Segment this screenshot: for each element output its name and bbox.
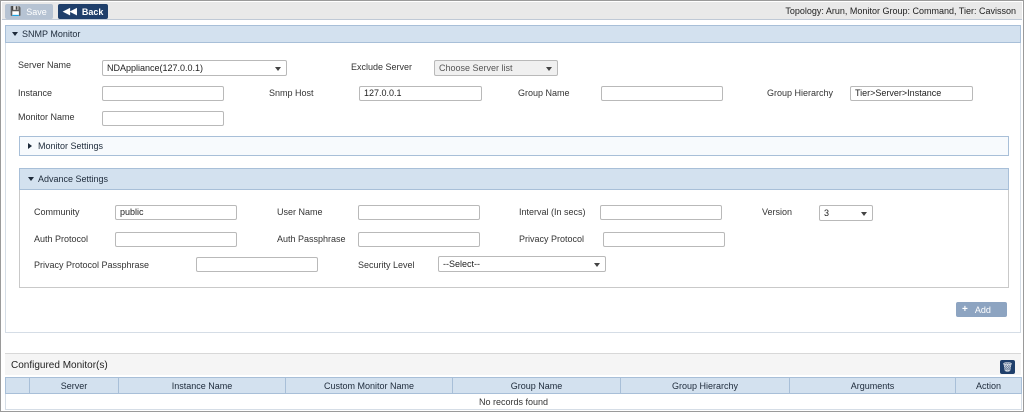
auth-passphrase-input[interactable] — [358, 232, 480, 247]
configured-monitors-title: Configured Monitor(s) — [11, 360, 108, 371]
chevron-down-icon — [275, 67, 281, 71]
chevron-down-icon — [861, 212, 867, 216]
delete-button[interactable]: 🗑 — [1000, 360, 1015, 374]
table-header-row: Server Instance Name Custom Monitor Name… — [5, 377, 1022, 394]
add-button-label: Add — [974, 304, 991, 315]
configured-monitors-table: Server Instance Name Custom Monitor Name… — [5, 377, 1022, 410]
back-button-label: Back — [81, 6, 104, 17]
add-button[interactable]: + Add — [956, 302, 1007, 317]
snmp-host-label: Snmp Host — [269, 88, 314, 98]
auth-protocol-input[interactable] — [115, 232, 237, 247]
user-name-input[interactable] — [358, 205, 480, 220]
privacy-protocol-label: Privacy Protocol — [519, 234, 585, 244]
column-header-instance-name[interactable]: Instance Name — [118, 377, 286, 394]
server-name-value: NDAppliance(127.0.0.1) — [107, 63, 204, 73]
snmp-host-input[interactable]: 127.0.0.1 — [359, 86, 482, 101]
advance-settings-panel-header[interactable]: Advance Settings — [19, 168, 1009, 190]
group-hierarchy-label: Group Hierarchy — [767, 88, 834, 98]
version-select[interactable]: 3 — [819, 205, 873, 221]
user-name-label: User Name — [277, 207, 323, 217]
instance-label: Instance — [18, 88, 53, 98]
chevron-down-icon — [594, 263, 600, 267]
server-name-select[interactable]: NDAppliance(127.0.0.1) — [102, 60, 287, 76]
column-header-group-hierarchy[interactable]: Group Hierarchy — [620, 377, 790, 394]
collapse-triangle-icon — [28, 177, 34, 181]
configured-monitors-header: Configured Monitor(s) 🗑 — [5, 353, 1021, 375]
table-row: No records found — [5, 393, 1022, 410]
top-toolbar: 💾 Save ◀◀ Back Topology: Arun, Monitor G… — [2, 2, 1022, 20]
column-header-custom-monitor-name[interactable]: Custom Monitor Name — [285, 377, 453, 394]
trash-icon: 🗑 — [1001, 361, 1014, 372]
save-button[interactable]: 💾 Save — [5, 4, 53, 19]
interval-label: Interval (In secs) — [519, 207, 586, 217]
monitor-settings-title: Monitor Settings — [38, 141, 104, 151]
exclude-server-select[interactable]: Choose Server list — [434, 60, 558, 76]
column-header-action[interactable]: Action — [955, 377, 1022, 394]
monitor-name-input[interactable] — [102, 111, 224, 126]
exclude-server-value: Choose Server list — [439, 63, 513, 73]
auth-passphrase-label: Auth Passphrase — [277, 234, 346, 244]
security-level-value: --Select-- — [443, 259, 481, 269]
snmp-monitor-panel: Server Name NDAppliance(127.0.0.1) Exclu… — [5, 43, 1021, 333]
monitor-settings-panel-header[interactable]: Monitor Settings — [19, 136, 1009, 156]
community-label: Community — [34, 207, 80, 217]
group-name-label: Group Name — [518, 88, 570, 98]
version-label: Version — [762, 207, 793, 217]
column-header-arguments[interactable]: Arguments — [789, 377, 956, 394]
auth-protocol-label: Auth Protocol — [34, 234, 89, 244]
snmp-monitor-header[interactable]: SNMP Monitor — [5, 25, 1021, 43]
exclude-server-label: Exclude Server — [351, 62, 413, 72]
expand-triangle-icon — [28, 143, 32, 149]
interval-input[interactable] — [600, 205, 722, 220]
column-header-group-name[interactable]: Group Name — [452, 377, 621, 394]
floppy-disk-icon: 💾 — [10, 6, 22, 16]
column-header-select[interactable] — [5, 377, 30, 394]
column-header-server[interactable]: Server — [29, 377, 119, 394]
plus-icon: + — [962, 304, 968, 315]
community-input[interactable]: public — [115, 205, 237, 220]
double-chevron-left-icon: ◀◀ — [63, 6, 77, 16]
app-frame: 💾 Save ◀◀ Back Topology: Arun, Monitor G… — [0, 0, 1024, 412]
back-button[interactable]: ◀◀ Back — [58, 4, 108, 19]
save-button-label: Save — [26, 6, 47, 17]
chevron-down-icon — [546, 67, 552, 71]
group-name-input[interactable] — [601, 86, 723, 101]
advance-settings-body: Community public User Name Interval (In … — [19, 190, 1009, 288]
security-level-label: Security Level — [358, 260, 415, 270]
version-value: 3 — [824, 208, 830, 218]
empty-message: No records found — [5, 393, 1022, 410]
monitor-name-label: Monitor Name — [18, 112, 75, 122]
advance-settings-title: Advance Settings — [38, 174, 109, 184]
instance-input[interactable] — [102, 86, 224, 101]
security-level-select[interactable]: --Select-- — [438, 256, 606, 272]
group-hierarchy-input[interactable]: Tier>Server>Instance — [850, 86, 973, 101]
topology-info: Topology: Arun, Monitor Group: Command, … — [785, 6, 1016, 16]
privacy-passphrase-label: Privacy Protocol Passphrase — [34, 260, 150, 270]
collapse-triangle-icon — [12, 32, 18, 36]
privacy-protocol-input[interactable] — [603, 232, 725, 247]
privacy-passphrase-input[interactable] — [196, 257, 318, 272]
server-name-label: Server Name — [18, 60, 72, 70]
snmp-monitor-title: SNMP Monitor — [22, 29, 81, 39]
